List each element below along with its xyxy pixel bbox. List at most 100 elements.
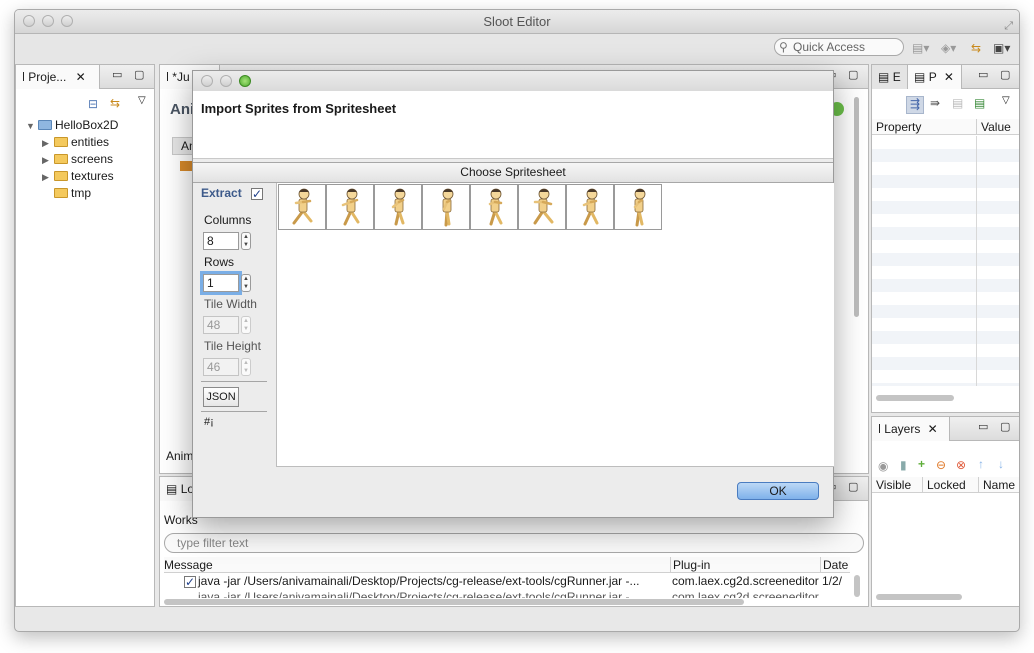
choose-spritesheet-bar[interactable]: Choose Spritesheet: [193, 162, 833, 183]
minimize-properties-icon[interactable]: ▭: [978, 68, 988, 81]
sprite-frame[interactable]: [422, 184, 470, 230]
tab-e-label: E: [892, 70, 901, 84]
tab-project-explorer[interactable]: ꟾ Proje... ✕: [16, 65, 100, 89]
sprite-frame[interactable]: [278, 184, 326, 230]
prop-col-value[interactable]: Value: [976, 119, 1019, 135]
layers-h-scrollbar[interactable]: [876, 594, 962, 600]
extract-label: Extract: [201, 186, 242, 200]
layers-col-name[interactable]: Name: [978, 477, 1019, 493]
prev-annotation-icon[interactable]: ◈▾: [941, 41, 956, 55]
quick-access-field[interactable]: ⚲ Quick Access: [774, 38, 904, 56]
tile-width-stepper[interactable]: ▲ ▼: [241, 316, 251, 334]
close-tab-icon[interactable]: ✕: [928, 422, 938, 436]
layers-col-visible[interactable]: Visible: [872, 477, 922, 493]
spritesheet-canvas[interactable]: [276, 183, 834, 467]
tab-e[interactable]: ▤ E: [872, 65, 908, 89]
tree-item-textures[interactable]: ▶ textures: [42, 169, 114, 183]
tile-width-label: Tile Width: [204, 297, 257, 311]
tab-properties[interactable]: ▤ P ✕: [908, 65, 962, 89]
json-button[interactable]: JSON: [203, 387, 239, 407]
tree-label: entities: [71, 135, 110, 149]
maximize-layers-icon[interactable]: ▢: [1000, 420, 1010, 433]
maximize-log-icon[interactable]: ▢: [848, 480, 858, 493]
minimize-window-button[interactable]: [42, 15, 54, 27]
move-down-icon[interactable]: ↓: [998, 457, 1004, 471]
view-menu-icon[interactable]: ▽: [138, 95, 146, 106]
rows-stepper[interactable]: ▲ ▼: [241, 274, 251, 292]
expanded-arrow-icon[interactable]: ▼: [26, 121, 38, 131]
properties-h-scrollbar[interactable]: [876, 395, 954, 401]
properties-tabbar: ▤ E ▤ P ✕ ▭ ▢: [872, 65, 1019, 89]
remove-layer-icon[interactable]: ⊖: [936, 458, 946, 472]
collapsed-arrow-icon[interactable]: ▶: [42, 155, 54, 166]
close-window-button[interactable]: [23, 15, 35, 27]
tree-item-screens[interactable]: ▶ screens: [42, 152, 113, 166]
prop-col-property[interactable]: Property: [872, 119, 976, 135]
maximize-properties-icon[interactable]: ▢: [1000, 68, 1010, 81]
dialog-close-button[interactable]: [201, 75, 213, 87]
sprite-frame[interactable]: [326, 184, 374, 230]
lock-icon[interactable]: ▮: [900, 458, 907, 472]
pin-icon[interactable]: ▤: [974, 96, 985, 110]
minimize-panel-icon[interactable]: ▭: [112, 68, 122, 81]
maximize-panel-icon[interactable]: ▢: [134, 68, 144, 81]
tree-item-hellobox2d[interactable]: ▼ HelloBox2D: [26, 118, 118, 132]
tree-item-tmp[interactable]: tmp: [42, 186, 91, 200]
columns-input[interactable]: 8: [203, 232, 239, 250]
tile-width-input[interactable]: 48: [203, 316, 239, 334]
log-col-message[interactable]: Message: [164, 557, 670, 573]
collapse-all-icon[interactable]: ⊟: [88, 97, 98, 111]
log-col-plugin[interactable]: Plug-in: [670, 557, 820, 573]
ok-button[interactable]: OK: [737, 482, 819, 500]
rows-input[interactable]: 1: [200, 271, 242, 295]
zoom-window-button[interactable]: [61, 15, 73, 27]
runner-sprite-icon: [442, 188, 454, 227]
new-window-icon[interactable]: ▣▾: [993, 41, 1010, 55]
log-filter-input[interactable]: type filter text: [164, 533, 864, 553]
tree-item-entities[interactable]: ▶ entities: [42, 135, 109, 149]
collapsed-arrow-icon[interactable]: ▶: [42, 138, 54, 149]
log-h-scrollbar[interactable]: [164, 599, 744, 605]
import-sprites-dialog: Import Sprites from Spritesheet Choose S…: [192, 70, 834, 518]
maximize-editor-icon[interactable]: ▢: [848, 68, 858, 81]
log-row[interactable]: ✓ java -jar /Users/anivamainali/Desktop/…: [164, 574, 852, 590]
link-editor-icon[interactable]: ⇆: [110, 96, 120, 110]
log-v-scrollbar[interactable]: [854, 575, 860, 597]
close-tab-icon[interactable]: ✕: [76, 70, 86, 84]
minimize-layers-icon[interactable]: ▭: [978, 420, 988, 433]
open-perspective-icon[interactable]: ⇆: [971, 41, 981, 55]
sprite-frame[interactable]: [518, 184, 566, 230]
tile-height-stepper[interactable]: ▲ ▼: [241, 358, 251, 376]
dialog-minimize-button[interactable]: [220, 75, 232, 87]
view-menu-icon[interactable]: ▽: [1002, 95, 1010, 106]
log-row-checkbox[interactable]: ✓: [184, 576, 196, 588]
project-explorer-panel: ꟾ Proje... ✕ ▭ ▢ ⊟ ⇆ ▽ ▼ HelloBox2D ▶ enti…: [15, 64, 155, 607]
filter-advanced-icon[interactable]: ⇛: [930, 96, 940, 110]
sprite-frame[interactable]: [470, 184, 518, 230]
collapsed-arrow-icon[interactable]: ▶: [42, 172, 54, 183]
tree-label: HelloBox2D: [55, 118, 119, 132]
runner-sprite-icon: [341, 188, 360, 226]
extract-checkbox[interactable]: ✓: [251, 188, 263, 200]
restore-default-icon[interactable]: ▤: [952, 96, 963, 110]
rows-label: Rows: [204, 255, 235, 269]
sprite-frame[interactable]: [374, 184, 422, 230]
folder-icon: [54, 188, 68, 198]
hash-label: #¡: [204, 416, 214, 428]
close-tab-icon[interactable]: ✕: [944, 70, 954, 84]
columns-stepper[interactable]: ▲ ▼: [241, 232, 251, 250]
log-col-date[interactable]: Date: [820, 557, 850, 573]
layers-col-locked[interactable]: Locked: [922, 477, 978, 493]
tile-height-input[interactable]: 46: [203, 358, 239, 376]
visibility-icon[interactable]: ◉: [878, 459, 888, 473]
dialog-zoom-button[interactable]: [239, 75, 251, 87]
sprite-frame[interactable]: [614, 184, 662, 230]
move-up-icon[interactable]: ↑: [978, 457, 984, 471]
add-layer-icon[interactable]: +: [918, 457, 925, 471]
log-row[interactable]: java -jar /Users/anivamainali/Desktop/Pr…: [164, 590, 852, 598]
delete-layer-icon[interactable]: ⊗: [956, 458, 966, 472]
next-annotation-icon[interactable]: ▤▾: [912, 41, 929, 55]
sprite-frame[interactable]: [566, 184, 614, 230]
tab-layers[interactable]: ꟾ Layers ✕: [872, 417, 950, 441]
editor-scrollbar[interactable]: [854, 97, 859, 317]
